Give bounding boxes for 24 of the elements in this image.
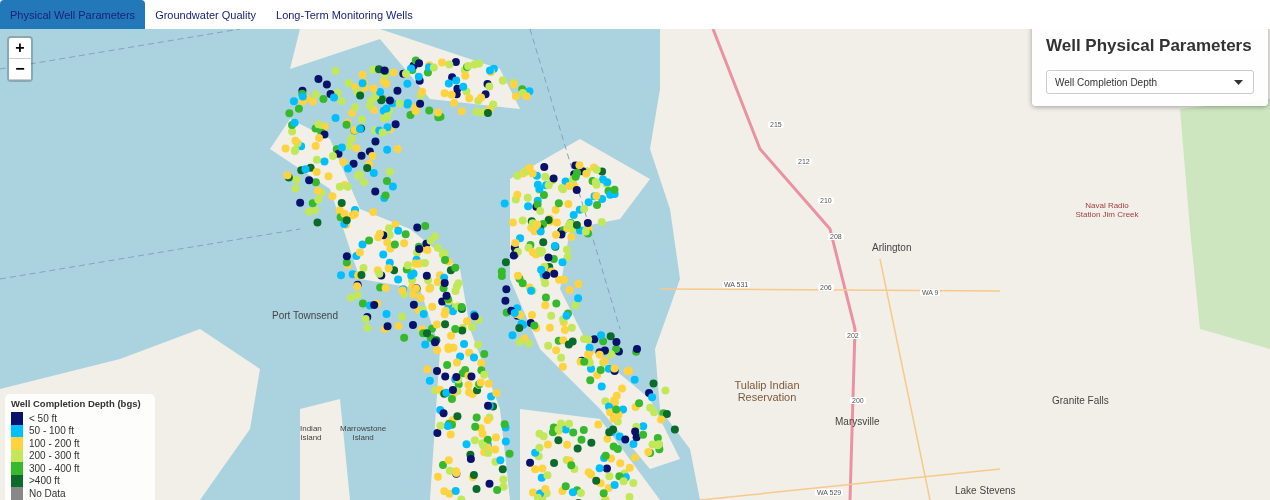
- tab[interactable]: Long-Term Monitoring Wells: [266, 0, 423, 29]
- map-label: Tulalip Indian Reservation: [733, 379, 801, 403]
- panel-title: Well Physical Parameters: [1046, 36, 1253, 56]
- map-label: Lake Stevens: [955, 485, 1016, 496]
- zoom-out-button[interactable]: −: [9, 59, 31, 80]
- legend-label: < 50 ft: [29, 412, 58, 424]
- legend-label: 300 - 400 ft: [29, 462, 80, 474]
- legend-label: 50 - 100 ft: [29, 425, 75, 437]
- map-label: Naval Radio Station Jim Creek: [1074, 201, 1140, 219]
- legend-label: 200 - 300 ft: [29, 450, 80, 462]
- map-label: Marrowstone Island: [340, 425, 387, 443]
- map-label: Port Townsend: [272, 310, 338, 321]
- legend-label: >400 ft: [29, 475, 60, 487]
- map-label: Marysville: [835, 416, 880, 427]
- caret-icon: [1234, 79, 1243, 85]
- map-label: Granite Falls: [1052, 395, 1109, 406]
- legend-label: No Data: [29, 487, 66, 499]
- parameter-select[interactable]: Well Completion Depth: [1046, 70, 1254, 94]
- legend-label: 100 - 200 ft: [29, 437, 80, 449]
- tab[interactable]: Groundwater Quality: [145, 0, 266, 29]
- map-label: Indian Island: [300, 425, 322, 443]
- zoom-in-button[interactable]: +: [9, 38, 31, 59]
- map-label: Arlington: [872, 242, 912, 253]
- legend-title: Well Completion Depth (bgs): [11, 398, 142, 410]
